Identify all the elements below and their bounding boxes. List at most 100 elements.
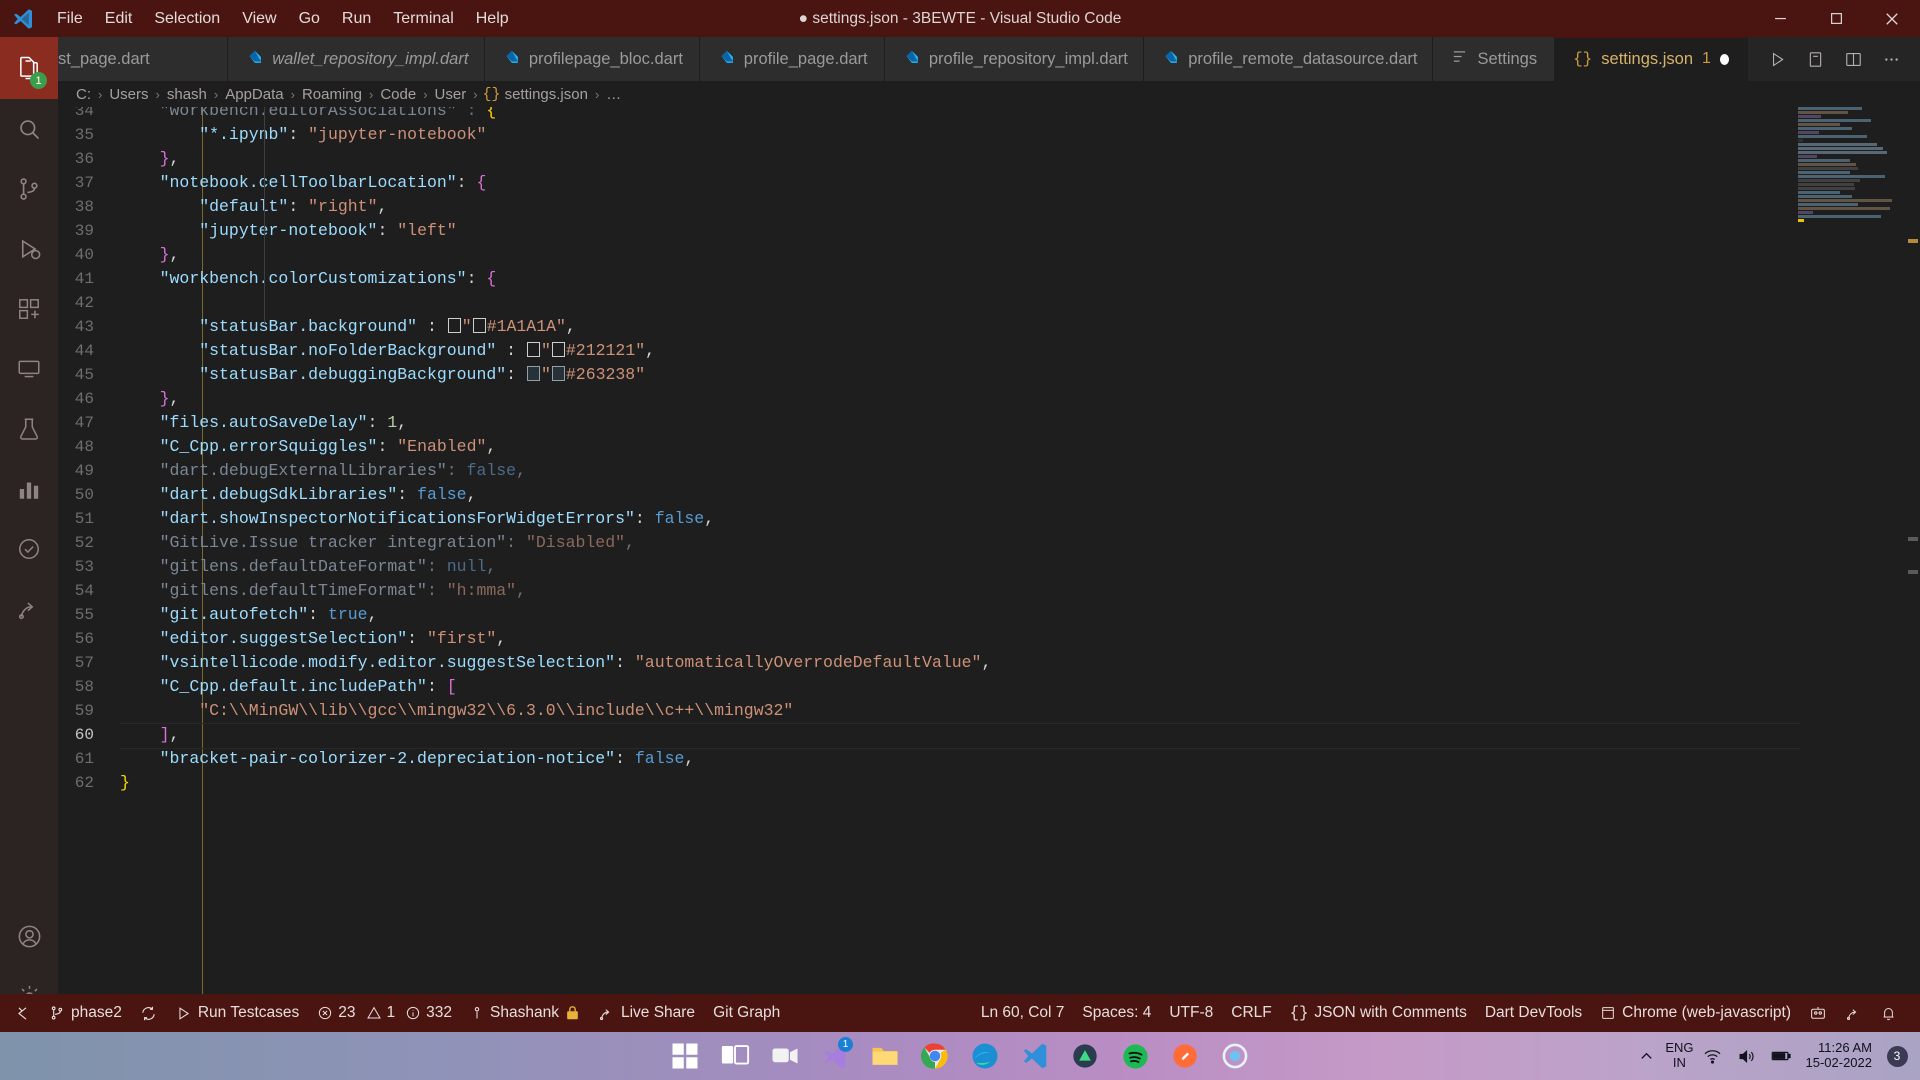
code-line-55[interactable]: 55 "git.autofetch": true,	[58, 603, 1920, 627]
code-line-35[interactable]: 35 "*.ipynb": "jupyter-notebook"	[58, 123, 1920, 147]
menu-help[interactable]: Help	[465, 0, 520, 37]
menu-view[interactable]: View	[231, 0, 287, 37]
tray-expand-chevron-up-icon[interactable]	[1631, 1032, 1661, 1080]
status-eol[interactable]: CRLF	[1222, 994, 1280, 1032]
breadcrumb-item-0[interactable]: C:	[74, 86, 93, 103]
status-branch[interactable]: phase2	[40, 994, 131, 1032]
breadcrumb-symbol-overflow[interactable]: …	[604, 86, 623, 103]
code-line-34[interactable]: 34 "workbench.editorAssociations" : {	[58, 107, 1920, 123]
tab-wallet_repository_impl-dart[interactable]: wallet_repository_impl.dart	[228, 37, 485, 81]
tab-st_page-dart[interactable]: st_page.dart	[58, 37, 229, 81]
tray-battery-icon[interactable]	[1766, 1032, 1796, 1080]
sidebar-item-explorer[interactable]: 1	[0, 37, 58, 99]
tray-clock[interactable]: 11:26 AM 15-02-2022	[1800, 1040, 1879, 1071]
taskbar-cortana[interactable]	[1215, 1036, 1255, 1076]
taskbar-start-button[interactable]	[665, 1036, 705, 1076]
code-line-62[interactable]: 62}	[58, 771, 1920, 795]
code-line-48[interactable]: 48 "C_Cpp.errorSquiggles": "Enabled",	[58, 435, 1920, 459]
status-sync-changes[interactable]	[131, 994, 166, 1032]
sidebar-item-live-share[interactable]	[0, 579, 58, 639]
code-line-45[interactable]: 45 "statusBar.debuggingBackground": " #26…	[58, 363, 1920, 387]
sidebar-item-run-and-debug[interactable]	[0, 219, 58, 279]
status-problems[interactable]: 23 1 332	[308, 994, 461, 1032]
sidebar-item-extensions[interactable]	[0, 279, 58, 339]
status-debug-target[interactable]: Chrome (web-javascript)	[1591, 994, 1800, 1032]
ellipsis-icon[interactable]	[1872, 37, 1910, 81]
status-indentation[interactable]: Spaces: 4	[1073, 994, 1160, 1032]
code-lines[interactable]: 34 "workbench.editorAssociations" : {35 …	[58, 107, 1920, 1032]
tab-settings-json[interactable]: {} settings.json 1	[1555, 37, 1749, 81]
status-live-share-session[interactable]	[1800, 994, 1836, 1032]
code-line-46[interactable]: 46 },	[58, 387, 1920, 411]
breadcrumb-file[interactable]: settings.json	[503, 86, 590, 103]
code-line-60[interactable]: 60 ],	[58, 723, 1920, 749]
tab-settings[interactable]: Settings	[1433, 37, 1556, 81]
minimap[interactable]	[1794, 107, 1906, 337]
run-or-debug-button[interactable]	[1758, 37, 1796, 81]
status-notifications-bell-icon[interactable]	[1871, 994, 1906, 1032]
status-gitlive-user[interactable]: Shashank	[461, 994, 589, 1032]
tray-speaker-icon[interactable]	[1732, 1032, 1762, 1080]
code-line-56[interactable]: 56 "editor.suggestSelection": "first",	[58, 627, 1920, 651]
status-account[interactable]	[1836, 994, 1871, 1032]
sidebar-item-source-control[interactable]	[0, 159, 58, 219]
taskbar-file-explorer[interactable]	[865, 1036, 905, 1076]
tab-dirty-indicator[interactable]	[1719, 53, 1730, 65]
code-line-54[interactable]: 54 "gitlens.defaultTimeFormat": "h:mma",	[58, 579, 1920, 603]
sidebar-item-testing[interactable]	[0, 399, 58, 459]
accounts-button[interactable]	[0, 906, 58, 966]
menu-file[interactable]: File	[46, 0, 94, 37]
taskbar-microsoft-edge[interactable]	[965, 1036, 1005, 1076]
code-line-51[interactable]: 51 "dart.showInspectorNotificationsForWi…	[58, 507, 1920, 531]
code-line-37[interactable]: 37 "notebook.cellToolbarLocation": {	[58, 171, 1920, 195]
status-encoding[interactable]: UTF-8	[1160, 994, 1222, 1032]
sidebar-item-dart-devtools[interactable]	[0, 459, 58, 519]
tray-notifications-button[interactable]: 3	[1882, 1032, 1912, 1080]
code-line-39[interactable]: 39 "jupyter-notebook": "left"	[58, 219, 1920, 243]
status-dart-devtools[interactable]: Dart DevTools	[1476, 994, 1591, 1032]
code-line-44[interactable]: 44 "statusBar.noFolderBackground" : " #21…	[58, 339, 1920, 363]
breadcrumb-item-5[interactable]: Code	[378, 86, 418, 103]
code-line-40[interactable]: 40 },	[58, 243, 1920, 267]
code-line-53[interactable]: 53 "gitlens.defaultDateFormat": null,	[58, 555, 1920, 579]
breadcrumb-item-4[interactable]: Roaming	[300, 86, 364, 103]
taskbar-google-chrome[interactable]	[915, 1036, 955, 1076]
code-line-59[interactable]: 59 "C:\\MinGW\\lib\\gcc\\mingw32\\6.3.0\…	[58, 699, 1920, 723]
code-line-57[interactable]: 57 "vsintellicode.modify.editor.suggestS…	[58, 651, 1920, 675]
maximize-button[interactable]	[1808, 0, 1864, 37]
breadcrumb-item-2[interactable]: shash	[165, 86, 209, 103]
minimize-button[interactable]	[1752, 0, 1808, 37]
code-line-36[interactable]: 36 },	[58, 147, 1920, 171]
close-button[interactable]	[1864, 0, 1920, 37]
breadcrumb-item-1[interactable]: Users	[107, 86, 150, 103]
code-line-41[interactable]: 41 "workbench.colorCustomizations": {	[58, 267, 1920, 291]
taskbar-visual-studio[interactable]: 1	[815, 1036, 855, 1076]
code-line-50[interactable]: 50 "dart.debugSdkLibraries": false,	[58, 483, 1920, 507]
tab-profilepage_bloc-dart[interactable]: profilepage_bloc.dart	[484, 37, 700, 81]
taskbar-microsoft-teams[interactable]	[765, 1036, 805, 1076]
split-editor-icon[interactable]	[1796, 37, 1834, 81]
menu-run[interactable]: Run	[331, 0, 382, 37]
code-line-47[interactable]: 47 "files.autoSaveDelay": 1,	[58, 411, 1920, 435]
tab-profile_remote_datasource-dart[interactable]: profile_remote_datasource.dart	[1144, 37, 1434, 81]
taskbar-visual-studio-code[interactable]	[1015, 1036, 1055, 1076]
layout-panel-icon[interactable]	[1834, 37, 1872, 81]
status-cursor-position[interactable]: Ln 60, Col 7	[972, 994, 1074, 1032]
status-run-testcases[interactable]: Run Testcases	[166, 994, 308, 1032]
breadcrumb-item-6[interactable]: User	[433, 86, 469, 103]
sidebar-item-remote-explorer[interactable]	[0, 339, 58, 399]
status-language-mode[interactable]: {} JSON with Comments	[1281, 994, 1476, 1032]
menu-terminal[interactable]: Terminal	[382, 0, 464, 37]
sidebar-item-todo-tree[interactable]	[0, 519, 58, 579]
code-line-43[interactable]: 43 "statusBar.background" : " #1A1A1A",	[58, 315, 1920, 339]
status-git-graph[interactable]: Git Graph	[704, 994, 789, 1032]
sidebar-item-search[interactable]	[0, 99, 58, 159]
taskbar-spotify[interactable]	[1115, 1036, 1155, 1076]
code-line-52[interactable]: 52 "GitLive.Issue tracker integration": …	[58, 531, 1920, 555]
taskbar-task-view-button[interactable]	[715, 1036, 755, 1076]
tab-profile_repository_impl-dart[interactable]: profile_repository_impl.dart	[884, 37, 1145, 81]
tray-language-indicator[interactable]: ENG IN	[1665, 1040, 1693, 1071]
menu-go[interactable]: Go	[288, 0, 331, 37]
breadcrumb-item-3[interactable]: AppData	[223, 86, 285, 103]
taskbar-postman[interactable]	[1165, 1036, 1205, 1076]
